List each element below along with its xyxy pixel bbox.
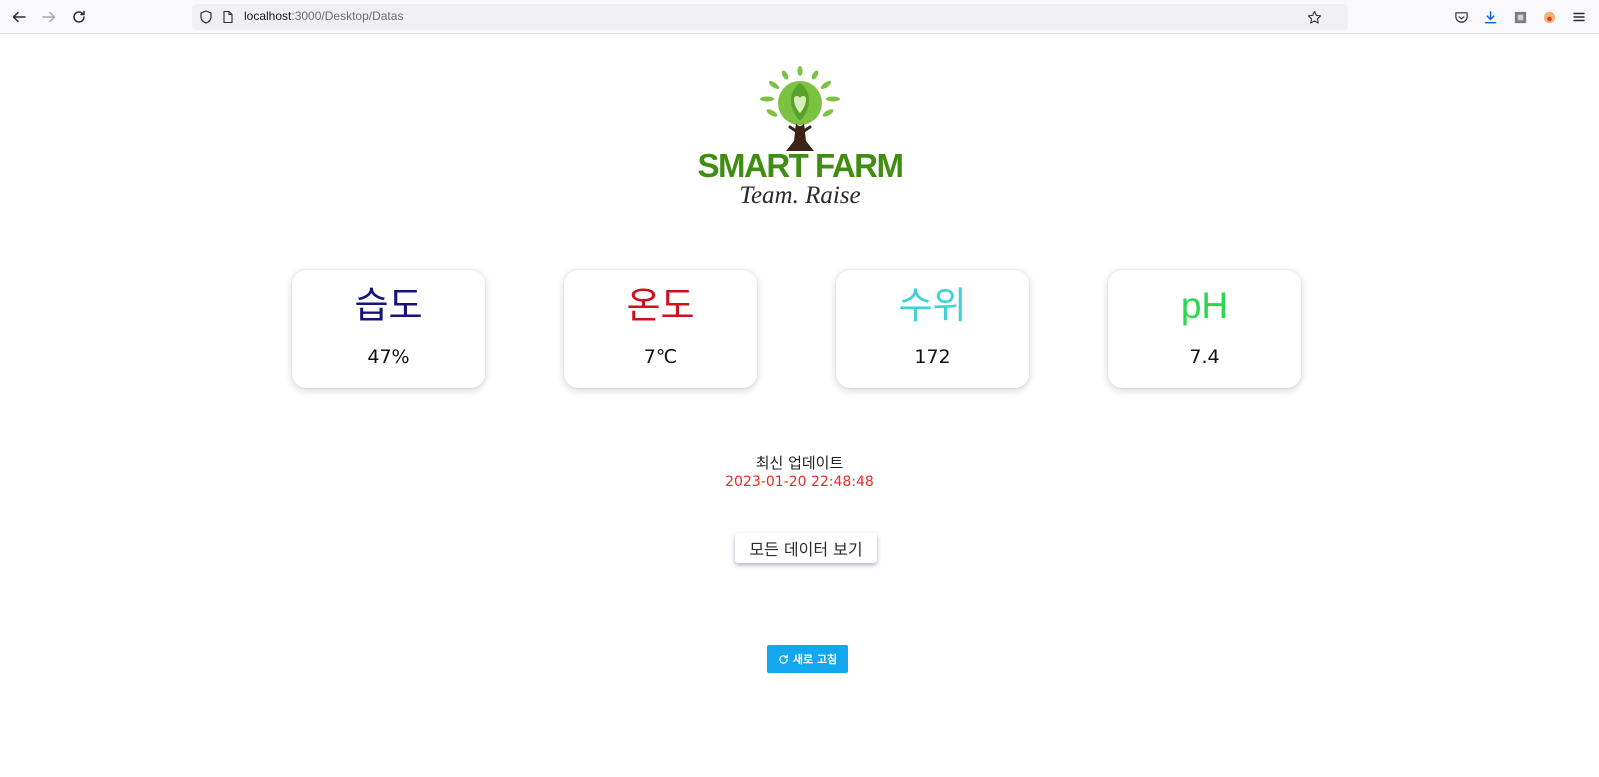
url-bar[interactable]: localhost:3000/Desktop/Datas: [192, 4, 1348, 30]
logo-team-text: Team. Raise: [739, 182, 861, 209]
humidity-title: 습도: [354, 284, 423, 327]
water-level-card: 수위 172: [836, 270, 1029, 388]
extension-icon[interactable]: [1510, 7, 1530, 27]
water-level-value: 172: [914, 346, 951, 368]
browser-toolbar: localhost:3000/Desktop/Datas: [0, 0, 1599, 34]
menu-icon[interactable]: [1569, 7, 1589, 27]
temperature-card: 온도 7℃: [564, 270, 757, 388]
url-path: :3000/Desktop/Datas: [291, 9, 404, 23]
latest-update-timestamp: 2023-01-20 22:48:48: [725, 474, 874, 490]
ph-value: 7.4: [1189, 346, 1220, 368]
refresh-button[interactable]: 새로 고침: [767, 645, 848, 673]
smart-farm-logo: SMART FARM Team. Raise: [695, 65, 905, 215]
page-icon[interactable]: [218, 7, 238, 27]
humidity-card: 습도 47%: [292, 270, 485, 388]
view-all-data-button[interactable]: 모든 데이터 보기: [735, 533, 877, 563]
shield-icon[interactable]: [196, 7, 216, 27]
reload-icon[interactable]: [69, 7, 89, 27]
pocket-icon[interactable]: [1451, 7, 1471, 27]
tree-logo-icon: [760, 66, 840, 151]
url-text[interactable]: localhost:3000/Desktop/Datas: [244, 9, 403, 23]
download-icon[interactable]: [1480, 7, 1500, 27]
profile-icon[interactable]: [1539, 7, 1559, 27]
refresh-icon: [779, 654, 788, 664]
latest-update-label: 최신 업데이트: [755, 454, 844, 472]
star-icon[interactable]: [1304, 7, 1324, 27]
logo-brand-text: SMART FARM: [697, 147, 904, 184]
url-host: localhost: [244, 9, 292, 23]
water-level-title: 수위: [898, 284, 967, 327]
temperature-title: 온도: [626, 284, 695, 327]
ph-card: pH 7.4: [1108, 270, 1301, 388]
ph-title: pH: [1180, 285, 1229, 326]
temperature-value: 7℃: [643, 346, 678, 368]
back-icon[interactable]: [9, 7, 29, 27]
humidity-value: 47%: [367, 346, 410, 368]
forward-icon[interactable]: [39, 7, 59, 27]
refresh-label: 새로 고침: [792, 653, 838, 666]
